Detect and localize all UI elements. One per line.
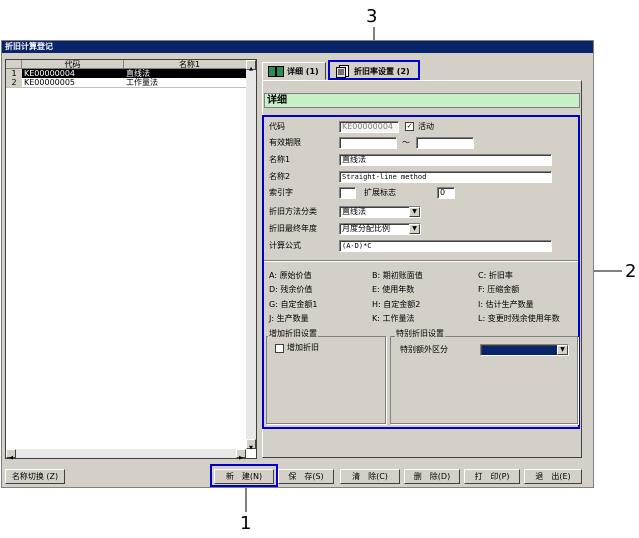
row-number: 1	[6, 69, 22, 78]
table-row[interactable]: 1 KE00000004 直线法	[6, 69, 256, 78]
column-header-code[interactable]: 代码	[22, 60, 124, 69]
name1-label: 名称1	[269, 155, 291, 164]
code-field: KE00000004	[339, 121, 399, 133]
scroll-right-arrow[interactable]: ▶	[236, 449, 246, 461]
save-button[interactable]: 保 存(S)	[278, 469, 334, 484]
book-icon	[268, 66, 284, 77]
divider	[264, 260, 578, 262]
legend-c: C: 折旧率	[478, 271, 513, 280]
ext-flag-field[interactable]: 0	[437, 187, 455, 199]
tab-details[interactable]: 详细 (1)	[262, 62, 326, 80]
tab-depreciation-rate-label: 折旧率设置 (2)	[354, 67, 410, 76]
print-button[interactable]: 打 印(P)	[464, 469, 520, 484]
method-value: 直线法	[342, 207, 366, 216]
add-depreciation-group	[266, 336, 386, 424]
document-icon	[336, 65, 350, 78]
name1-field[interactable]: 直线法	[339, 154, 552, 166]
final-year-value: 月度分配比例	[342, 224, 390, 233]
name2-field[interactable]: Straight-line method	[339, 171, 552, 183]
scroll-left-arrow[interactable]: ◀	[6, 449, 16, 461]
method-label: 折旧方法分类	[269, 207, 317, 216]
chevron-down-icon[interactable]: ▼	[409, 224, 420, 234]
chevron-down-icon[interactable]: ▼	[557, 345, 568, 355]
legend-j: J: 生产数量	[269, 314, 309, 323]
name2-label: 名称2	[269, 172, 291, 181]
legend-l: L: 变更时残余使用年数	[478, 314, 560, 323]
tab-details-label: 详细 (1)	[287, 67, 319, 76]
add-depreciation-checkbox-label: 增加折旧	[287, 343, 319, 352]
formula-label: 计算公式	[269, 241, 301, 250]
validity-start-field[interactable]	[339, 137, 397, 149]
scroll-up-arrow[interactable]: ▲	[246, 60, 256, 72]
legend-f: F: 压缩金额	[478, 285, 520, 294]
add-depreciation-checkbox[interactable]	[275, 344, 284, 353]
legend-g: G: 自定金额1	[269, 300, 318, 309]
index-field[interactable]	[339, 187, 356, 199]
chevron-down-icon[interactable]: ▼	[409, 207, 420, 217]
formula-field[interactable]: (A-D)*C	[339, 240, 552, 252]
cell-code: KE00000004	[24, 69, 76, 78]
legend-e: E: 使用年数	[372, 285, 415, 294]
cell-code: KE00000005	[24, 78, 76, 87]
legend-h: H: 自定金额2	[372, 300, 421, 309]
validity-separator: ～	[402, 138, 410, 147]
record-list[interactable]: 代码 名称1 1 KE00000004 直线法 2 KE00000005 工作量法	[5, 59, 257, 459]
legend-d: D: 残余价值	[269, 285, 313, 294]
special-extra-select[interactable]: ▼	[480, 344, 569, 356]
panel-title: 详细	[264, 93, 580, 108]
switch-name-button[interactable]: 名称切换 (Z)	[5, 469, 65, 484]
index-label: 索引字	[269, 188, 293, 197]
legend-a: A: 原始价值	[269, 271, 312, 280]
special-extra-label: 特别额外区分	[400, 345, 448, 354]
legend-k: K: 工作量法	[372, 314, 415, 323]
active-label: 活动	[418, 122, 434, 131]
scroll-down-arrow[interactable]: ▼	[246, 439, 256, 451]
legend-b: B: 期初账面值	[372, 271, 423, 280]
cell-name: 工作量法	[126, 78, 158, 87]
validity-label: 有效期限	[269, 138, 301, 147]
table-row[interactable]: 2 KE00000005 工作量法	[6, 78, 256, 88]
tab-depreciation-rate[interactable]: 折旧率设置 (2)	[328, 60, 420, 80]
method-select[interactable]: 直线法 ▼	[339, 206, 421, 218]
ext-flag-label: 扩展标志	[364, 188, 396, 197]
list-horizontal-scrollbar[interactable]: ◀ ▶	[6, 449, 246, 461]
cell-name: 直线法	[126, 69, 150, 78]
special-depreciation-group-title: 特别折旧设置	[395, 328, 445, 340]
code-label: 代码	[269, 122, 285, 131]
column-header-name[interactable]: 名称1	[124, 60, 256, 69]
active-checkbox[interactable]: ✓	[405, 122, 414, 131]
new-button[interactable]: 新 建(N)	[214, 469, 274, 484]
final-year-label: 折旧最终年度	[269, 224, 317, 233]
row-number-header	[6, 60, 22, 69]
validity-end-field[interactable]	[416, 137, 474, 149]
legend-i: I: 估计生产数量	[478, 300, 534, 309]
row-number: 2	[6, 78, 22, 87]
delete-button[interactable]: 删 除(D)	[404, 469, 460, 484]
window-title: 折旧计算登记	[2, 41, 593, 53]
final-year-select[interactable]: 月度分配比例 ▼	[339, 223, 421, 235]
list-vertical-scrollbar[interactable]: ▲ ▼	[246, 60, 256, 451]
clear-button[interactable]: 清 除(C)	[340, 469, 400, 484]
exit-button[interactable]: 退 出(E)	[524, 469, 582, 484]
add-depreciation-group-title: 增加折旧设置	[268, 328, 318, 340]
